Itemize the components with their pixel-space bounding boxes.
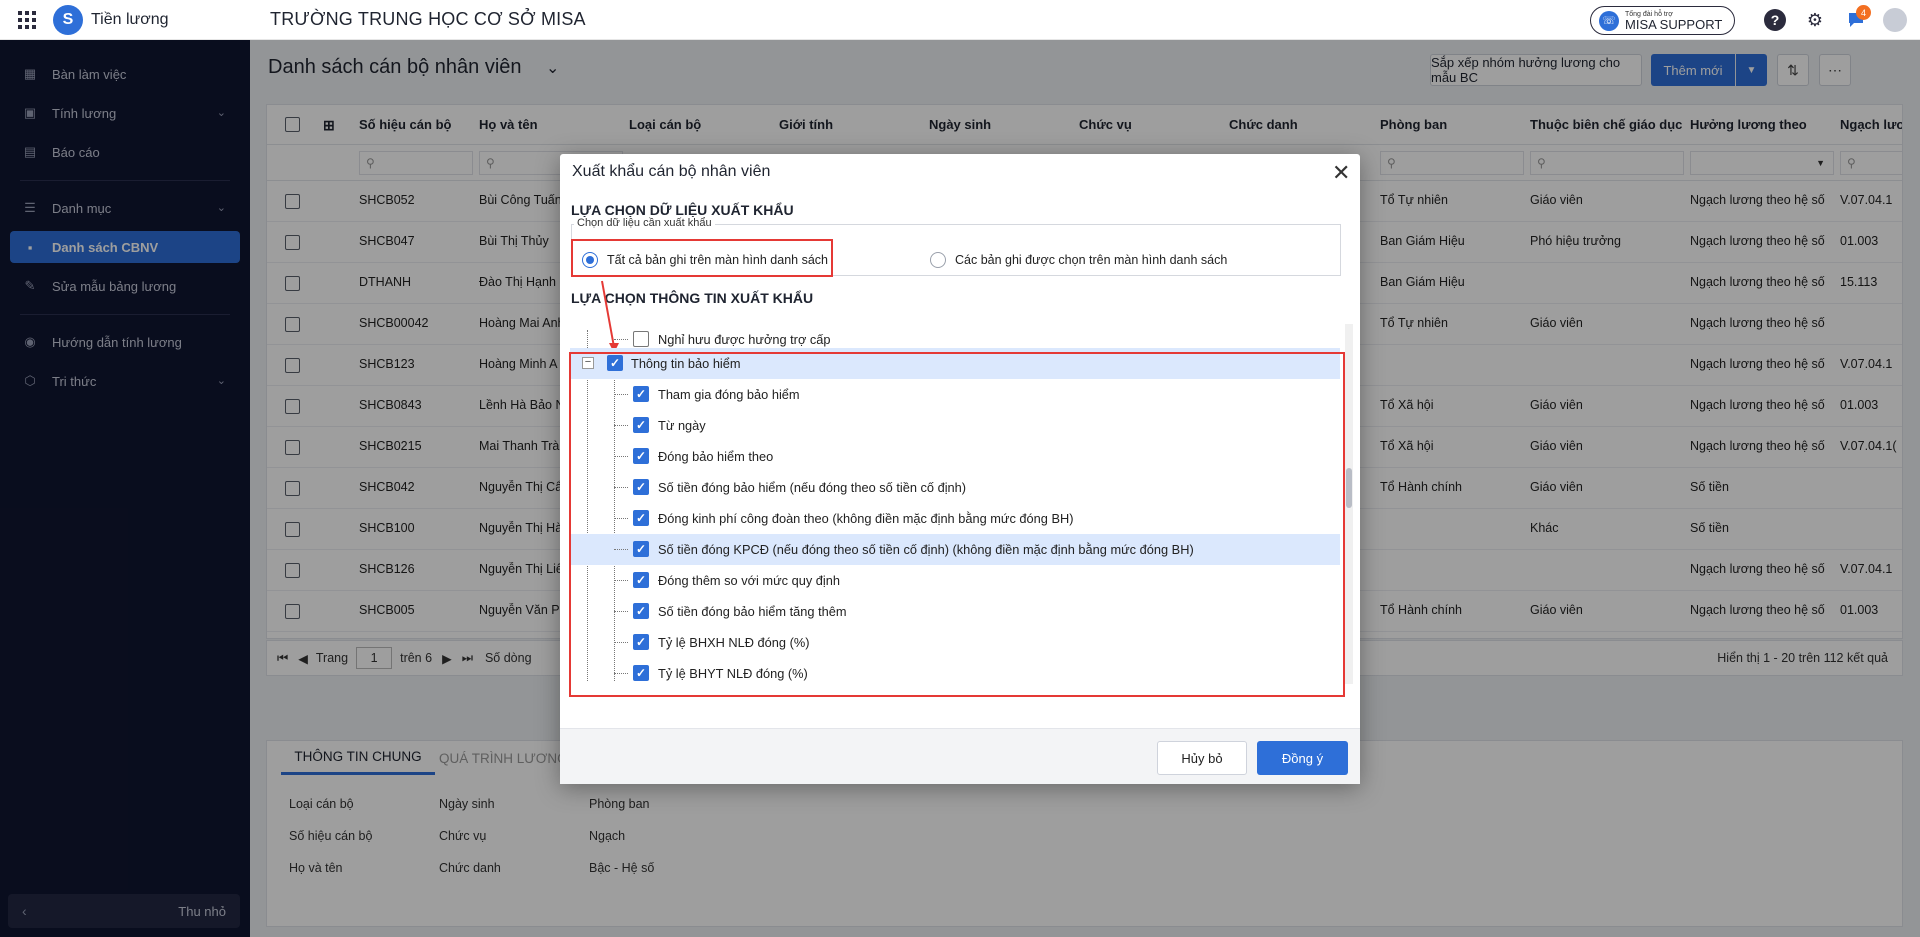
close-icon[interactable]: ✕ [1332, 160, 1350, 186]
radio-label: Các bản ghi được chọn trên màn hình danh… [955, 253, 1228, 267]
cancel-button[interactable]: Hủy bỏ [1157, 741, 1247, 775]
tree-scrollbar[interactable] [1345, 324, 1353, 684]
gear-icon[interactable]: ⚙ [1804, 9, 1826, 31]
support-button[interactable]: ☏ Tổng đài hỗ trợ MISA SUPPORT [1590, 6, 1735, 35]
company-name: TRƯỜNG TRUNG HỌC CƠ SỞ MISA [270, 9, 586, 29]
phone-icon: ☏ [1599, 10, 1619, 31]
radio-unselected-icon [930, 252, 946, 268]
confirm-button[interactable]: Đồng ý [1257, 741, 1348, 775]
app-name: Tiền lương [91, 11, 169, 28]
app-launcher-icon[interactable] [18, 11, 36, 29]
checkbox-unchecked-icon[interactable] [633, 331, 649, 347]
dialog-footer: Hủy bỏ Đồng ý [560, 728, 1360, 784]
section-title-data: LỰA CHỌN DỮ LIỆU XUẤT KHẨU [571, 202, 794, 218]
app-root: S Tiền lương TRƯỜNG TRUNG HỌC CƠ SỞ MISA… [0, 0, 1920, 937]
support-label: MISA SUPPORT [1625, 16, 1723, 32]
scrollbar-thumb[interactable] [1346, 468, 1352, 508]
tree-item-label: Nghỉ hưu được hưởng trợ cấp [658, 332, 831, 347]
notification-badge: 4 [1856, 5, 1871, 20]
dialog-title: Xuất khẩu cán bộ nhân viên [572, 163, 771, 180]
data-choice-label: Chọn dữ liệu cần xuất khẩu [574, 217, 715, 229]
highlight-box [569, 352, 1345, 697]
export-dialog: Xuất khẩu cán bộ nhân viên ✕ LỰA CHỌN DỮ… [560, 154, 1360, 784]
tree-item[interactable]: Nghỉ hưu được hưởng trợ cấp [570, 330, 1340, 347]
radio-selected-records[interactable]: Các bản ghi được chọn trên màn hình danh… [930, 252, 1227, 268]
avatar[interactable] [1883, 8, 1907, 32]
help-icon[interactable]: ? [1764, 9, 1786, 31]
tree-line [614, 339, 628, 340]
misa-logo-icon: S [53, 5, 83, 35]
top-bar: S Tiền lương TRƯỜNG TRUNG HỌC CƠ SỞ MISA… [0, 0, 1920, 40]
highlight-box [571, 239, 833, 277]
